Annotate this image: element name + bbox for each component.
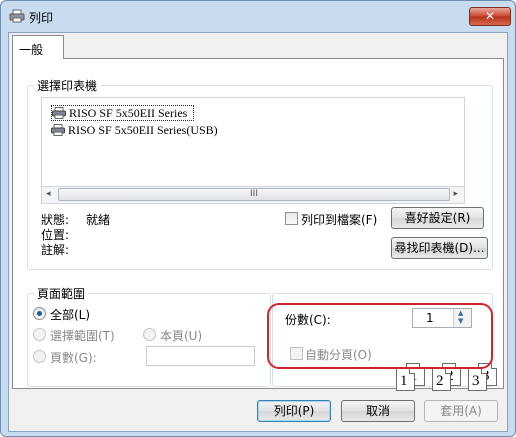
all-pages-radio[interactable] xyxy=(33,307,46,320)
printer-list-item[interactable]: RISO SF 5x50EII Series xyxy=(51,105,195,121)
printer-icon xyxy=(51,124,65,136)
page-range-group: 頁面範圍 全部(L) 選擇範圍(T) 本頁(U) 頁數(G): xyxy=(27,285,271,387)
pages-label: 頁數(G): xyxy=(50,351,97,365)
close-button[interactable]: ✕ xyxy=(469,7,511,26)
cancel-button[interactable]: 取消 xyxy=(341,400,415,422)
collate-page: 1 xyxy=(396,368,415,391)
print-to-file-checkbox[interactable] xyxy=(285,212,298,225)
print-dialog-window: 列印 ✕ 一般 選擇印表機 RISO SF 5x50EII Series RIS… xyxy=(0,0,516,437)
title-bar[interactable]: 列印 ✕ xyxy=(1,1,515,33)
printer-icon xyxy=(9,9,25,23)
current-page-label: 本頁(U) xyxy=(160,329,203,343)
selection-radio[interactable] xyxy=(33,328,46,341)
tab-general[interactable]: 一般 xyxy=(12,35,64,59)
close-icon: ✕ xyxy=(484,9,496,23)
printer-list[interactable]: RISO SF 5x50EII Series RISO SF 5x50EII S… xyxy=(41,97,465,187)
pages-input[interactable] xyxy=(146,346,255,366)
scrollbar-thumb[interactable]: III xyxy=(58,188,450,201)
window-title: 列印 xyxy=(29,11,54,25)
grip-icon: III xyxy=(250,189,258,199)
find-printer-button[interactable]: 尋找印表機(D)... xyxy=(391,237,488,259)
print-button[interactable]: 列印(P) xyxy=(257,400,331,422)
scroll-left-icon[interactable]: ◂ xyxy=(46,189,51,199)
printer-name: RISO SF 5x50EII Series(USB) xyxy=(68,122,218,137)
printer-group: 選擇印表機 RISO SF 5x50EII Series RISO SF 5x5… xyxy=(27,77,493,270)
apply-button[interactable]: 套用(A) xyxy=(424,400,498,422)
comment-label: 註解: xyxy=(41,243,70,257)
tab-label: 一般 xyxy=(19,43,44,57)
page-range-title: 頁面範圍 xyxy=(34,285,89,302)
current-page-radio[interactable] xyxy=(143,328,156,341)
pages-radio[interactable] xyxy=(33,350,46,363)
print-to-file-label: 列印到檔案(F) xyxy=(301,213,378,227)
dialog-client-area: 一般 選擇印表機 RISO SF 5x50EII Series RISO SF … xyxy=(8,32,508,432)
printer-name: RISO SF 5x50EII Series xyxy=(69,105,188,120)
printer-group-title: 選擇印表機 xyxy=(34,77,101,94)
printer-list-item[interactable]: RISO SF 5x50EII Series(USB) xyxy=(51,122,218,138)
collate-highlight-annotation xyxy=(267,303,493,369)
horizontal-scrollbar[interactable]: ◂ III ▸ xyxy=(41,187,465,204)
collate-page: 3 xyxy=(468,368,487,391)
printer-icon xyxy=(52,107,66,119)
all-pages-label: 全部(L) xyxy=(50,308,91,322)
scroll-right-icon[interactable]: ▸ xyxy=(453,189,458,199)
status-value: 就緒 xyxy=(86,213,111,227)
collate-page: 2 xyxy=(432,368,451,391)
preferences-button[interactable]: 喜好設定(R) xyxy=(391,207,484,229)
selection-label: 選擇範圍(T) xyxy=(50,329,115,343)
